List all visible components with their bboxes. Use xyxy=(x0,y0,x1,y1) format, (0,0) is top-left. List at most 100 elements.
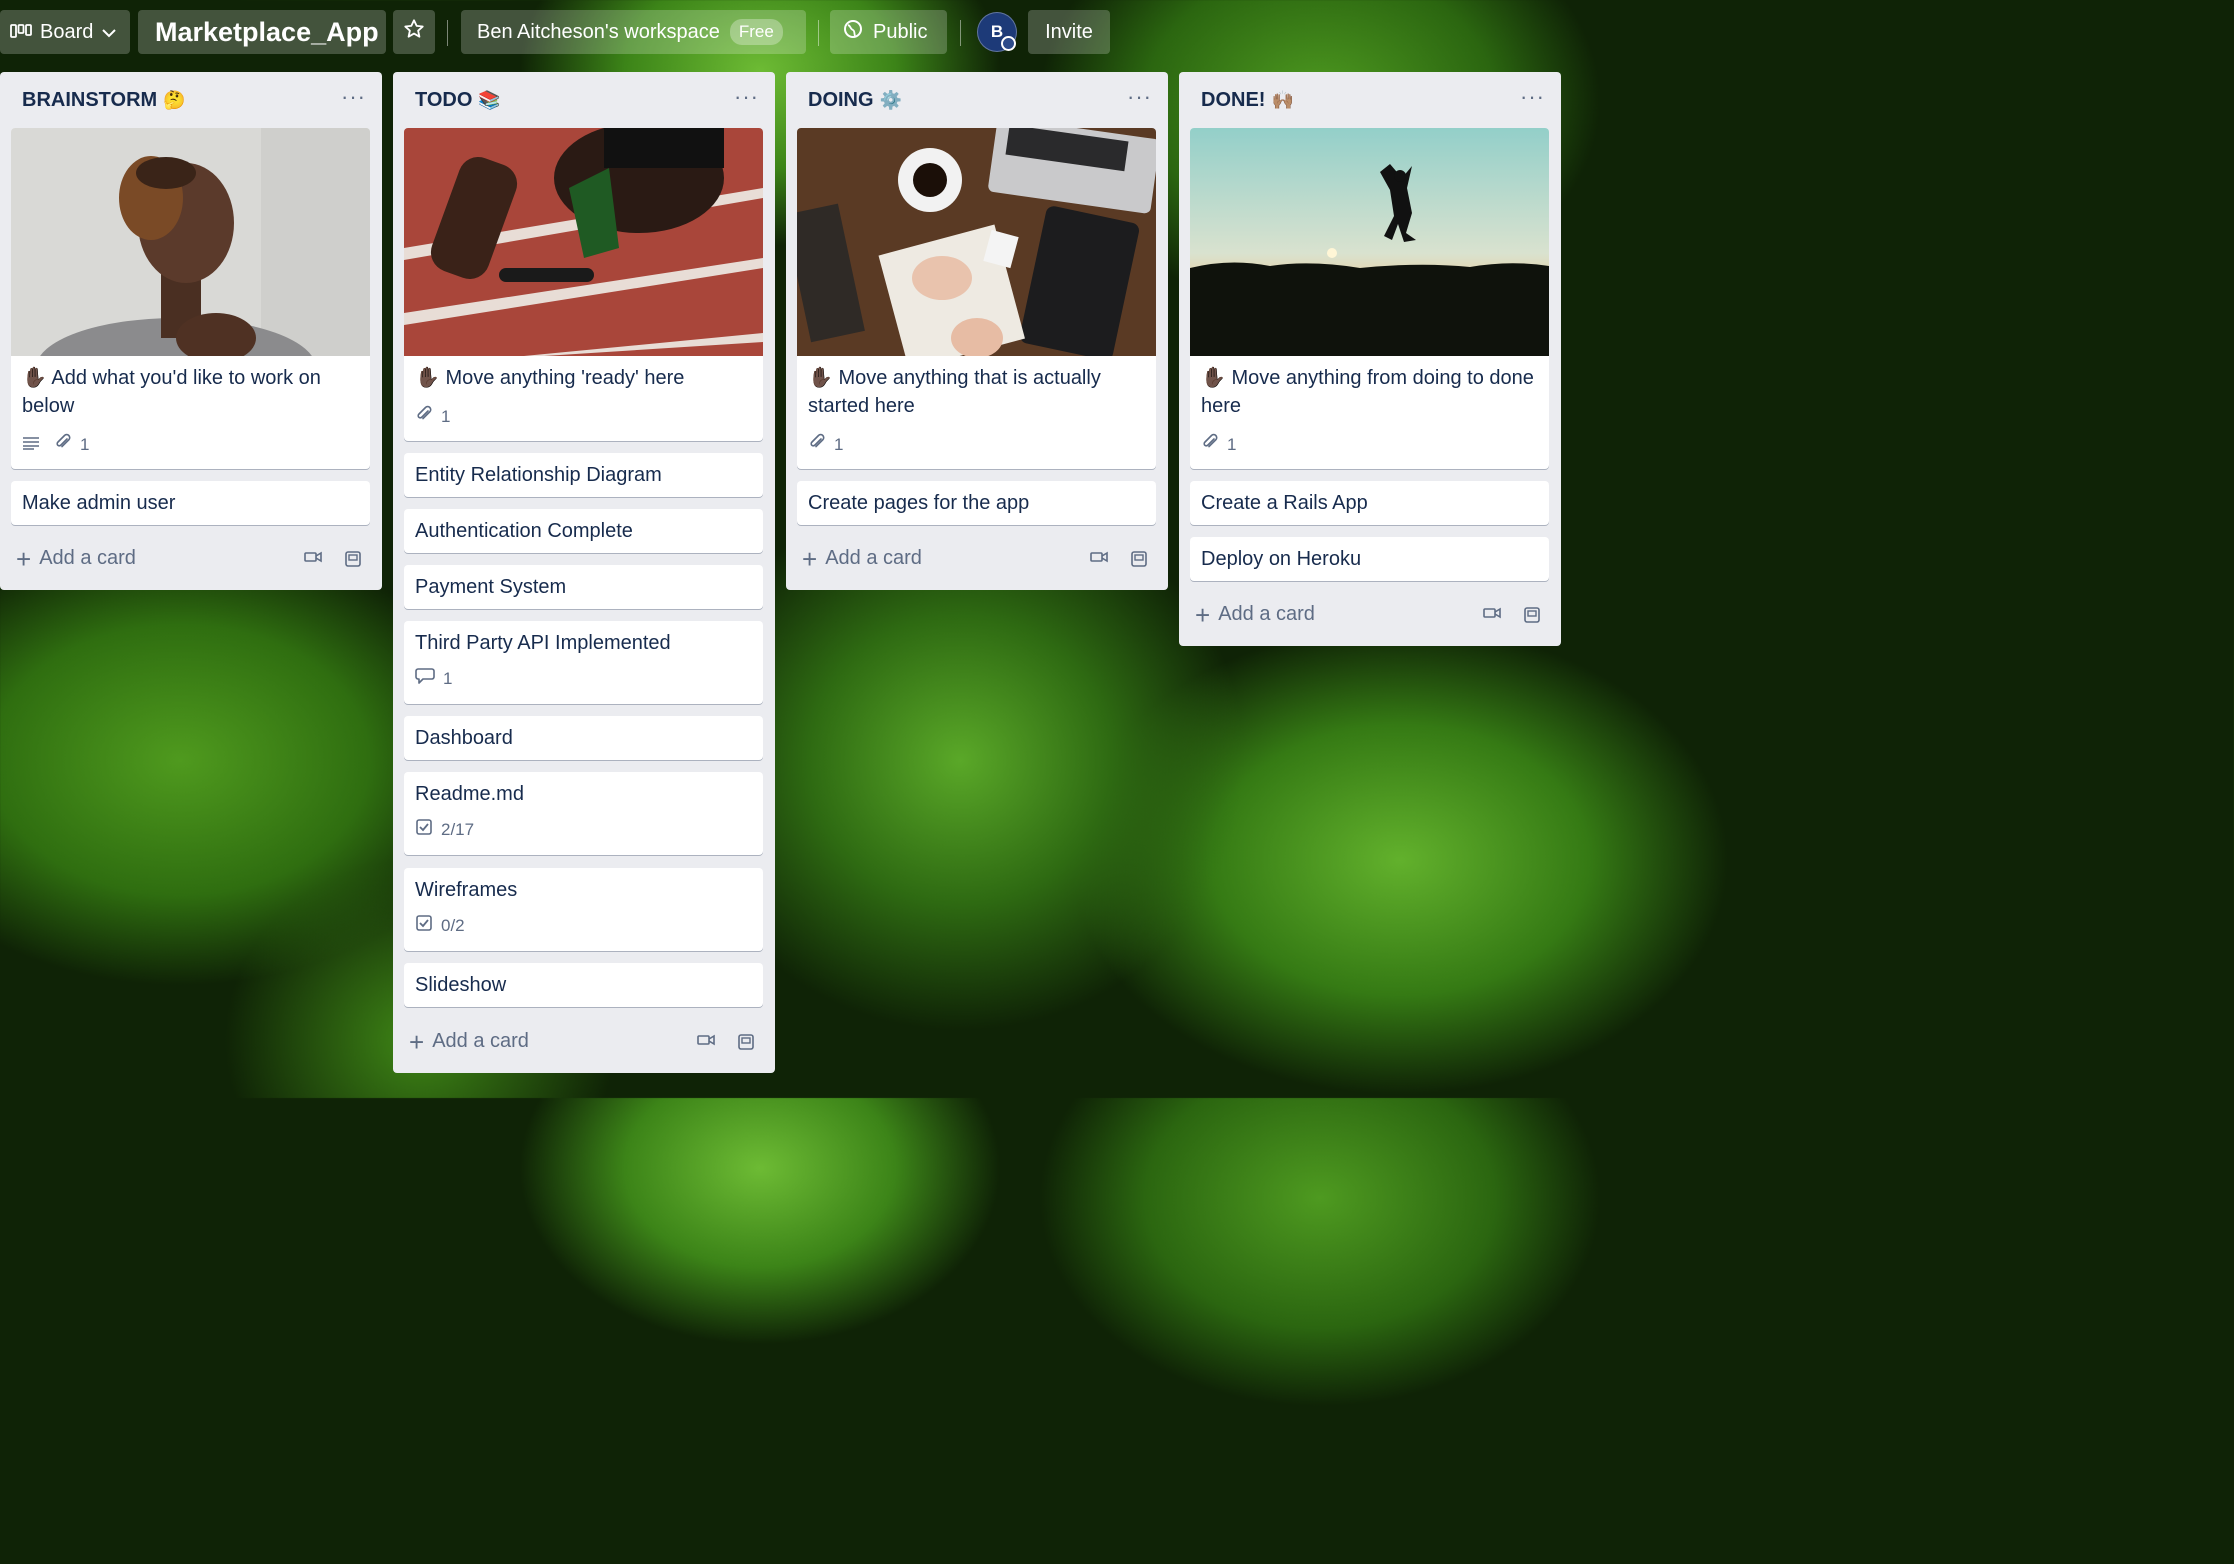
list-header: DONE! 🙌🏽 ··· xyxy=(1179,72,1561,128)
card-title: Create pages for the app xyxy=(808,492,1030,514)
card-title: Create a Rails App xyxy=(1201,492,1368,514)
plan-badge: Free xyxy=(729,19,783,45)
list-tools xyxy=(304,550,362,573)
plus-icon: + xyxy=(409,1026,425,1057)
add-card-button[interactable]: + Add a card xyxy=(802,546,922,572)
card-title: Payment System xyxy=(415,576,567,598)
card-cover-image xyxy=(404,128,763,356)
board-view-switcher[interactable]: Board xyxy=(0,10,130,54)
checklist-icon xyxy=(415,818,433,841)
template-icon[interactable] xyxy=(737,1033,755,1056)
checklist-count: 0/2 xyxy=(441,915,465,935)
attachment-count: 1 xyxy=(80,434,90,454)
board-view-icon xyxy=(10,21,32,44)
checklist-badge: 2/17 xyxy=(415,818,474,841)
list-doing: DOING ⚙️ ··· ✋🏿 Move anything that is act… xyxy=(786,72,1168,590)
card-badges: 1 xyxy=(415,667,452,690)
list-todo: TODO📚 ··· ✋🏿 Move anything 'ready' here xyxy=(393,72,775,1073)
card[interactable]: Third Party API Implemented 1 xyxy=(404,621,763,704)
video-icon[interactable] xyxy=(1090,550,1108,573)
cover-card[interactable]: ✋🏿 Move anything from doing to done here… xyxy=(1190,128,1549,469)
more-icon[interactable]: ··· xyxy=(1520,84,1545,110)
admin-badge-icon xyxy=(1001,36,1016,51)
list-title-text: DOING xyxy=(808,89,874,111)
divider xyxy=(447,20,448,46)
card-title: ✋🏿 Move anything from doing to done here xyxy=(1201,367,1534,417)
card-title: Slideshow xyxy=(415,974,507,996)
list-title[interactable]: BRAINSTORM 🤔 xyxy=(22,89,186,112)
workspace-button[interactable]: Ben Aitcheson's workspace Free xyxy=(461,10,806,54)
checklist-count: 2/17 xyxy=(441,819,475,839)
template-icon[interactable] xyxy=(1130,550,1148,573)
card-cover-image xyxy=(11,128,370,356)
cover-card[interactable]: ✋🏿 Move anything that is actually starte… xyxy=(797,128,1156,469)
card[interactable]: Readme.md 2/17 xyxy=(404,772,763,855)
add-card-button[interactable]: + Add a card xyxy=(16,546,136,572)
star-button[interactable] xyxy=(393,10,435,54)
comment-icon xyxy=(415,667,435,690)
add-card-label: Add a card xyxy=(39,547,136,569)
list-emoji: 🤔 xyxy=(163,90,186,110)
more-icon[interactable]: ··· xyxy=(1127,84,1152,110)
list-done: DONE! 🙌🏽 ··· ✋🏿 Move anything from doing… xyxy=(1179,72,1561,646)
video-icon[interactable] xyxy=(1483,606,1501,629)
list-tools xyxy=(1090,550,1148,573)
card[interactable]: Wireframes 0/2 xyxy=(404,868,763,951)
card[interactable]: Authentication Complete xyxy=(404,509,763,553)
attachment-badge: 1 xyxy=(54,433,89,456)
add-card-button[interactable]: + Add a card xyxy=(1195,602,1315,628)
card[interactable]: Dashboard xyxy=(404,716,763,760)
card[interactable]: Create pages for the app xyxy=(797,481,1156,525)
checklist-badge: 0/2 xyxy=(415,914,465,937)
card-title: Make admin user xyxy=(22,492,176,514)
workspace-name: Ben Aitcheson's workspace xyxy=(477,20,720,43)
cover-card[interactable]: ✋🏿 Add what you'd like to work on below … xyxy=(11,128,370,469)
card[interactable]: Payment System xyxy=(404,565,763,609)
list-brainstorm: BRAINSTORM 🤔 ··· ✋🏿 Add what you'd like t… xyxy=(0,72,382,590)
cover-card[interactable]: ✋🏿 Move anything 'ready' here 1 xyxy=(404,128,763,441)
paperclip-icon xyxy=(808,433,826,456)
video-icon[interactable] xyxy=(304,550,322,573)
card-title: ✋🏿 Add what you'd like to work on below xyxy=(22,367,321,417)
more-icon[interactable]: ··· xyxy=(734,84,759,110)
list-title[interactable]: DOING ⚙️ xyxy=(808,89,902,112)
card-title: Third Party API Implemented xyxy=(415,632,671,654)
card[interactable]: Make admin user xyxy=(11,481,370,525)
add-card-label: Add a card xyxy=(825,547,922,569)
list-emoji: 🙌🏽 xyxy=(1271,90,1294,110)
divider xyxy=(960,20,961,46)
paperclip-icon xyxy=(1201,433,1219,456)
paperclip-icon xyxy=(54,433,72,456)
visibility-button[interactable]: Public xyxy=(830,10,947,54)
card[interactable]: Deploy on Heroku xyxy=(1190,537,1549,581)
card-title: ✋🏿 Move anything that is actually starte… xyxy=(808,367,1101,417)
list-header: DOING ⚙️ ··· xyxy=(786,72,1168,128)
paperclip-icon xyxy=(415,405,433,428)
divider xyxy=(818,20,819,46)
card-badges: 1 xyxy=(415,405,450,428)
card[interactable]: Slideshow xyxy=(404,963,763,1007)
template-icon[interactable] xyxy=(1523,606,1541,629)
add-card-label: Add a card xyxy=(1218,603,1315,625)
board-title[interactable]: Marketplace_App xyxy=(138,10,386,54)
more-icon[interactable]: ··· xyxy=(341,84,366,110)
list-tools xyxy=(1483,606,1541,629)
list-title[interactable]: TODO 📚 xyxy=(415,89,501,112)
list-emoji: ⚙️ xyxy=(879,90,902,110)
template-icon[interactable] xyxy=(344,550,362,573)
star-icon xyxy=(403,18,425,46)
invite-button[interactable]: Invite xyxy=(1028,10,1110,54)
card[interactable]: Create a Rails App xyxy=(1190,481,1549,525)
card[interactable]: Entity Relationship Diagram xyxy=(404,453,763,497)
card-cover-image xyxy=(797,128,1156,356)
attachment-count: 1 xyxy=(441,406,451,426)
attachment-badge: 1 xyxy=(415,405,450,428)
card-badges: 1 xyxy=(1201,433,1236,456)
list-title[interactable]: DONE! 🙌🏽 xyxy=(1201,89,1294,112)
checklist-icon xyxy=(415,914,433,937)
card-cover-image xyxy=(1190,128,1549,356)
add-card-button[interactable]: + Add a card xyxy=(409,1026,529,1057)
video-icon[interactable] xyxy=(697,1033,715,1056)
card-badges: 2/17 xyxy=(415,818,474,841)
list-tools xyxy=(697,1033,755,1056)
